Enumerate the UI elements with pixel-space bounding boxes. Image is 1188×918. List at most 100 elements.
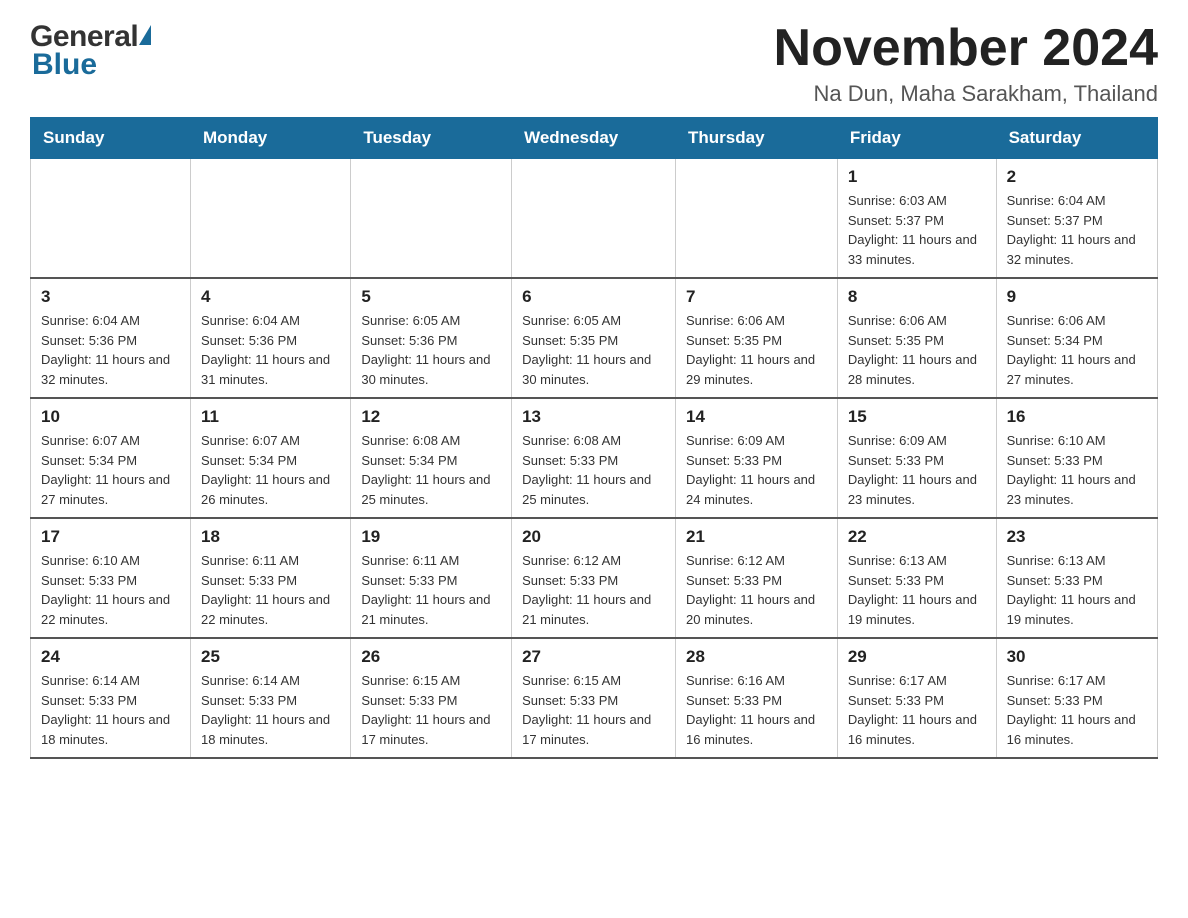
calendar-week-row: 24 Sunrise: 6:14 AMSunset: 5:33 PMDayligh…: [31, 638, 1158, 758]
day-number: 26: [361, 647, 501, 667]
calendar-week-row: 10 Sunrise: 6:07 AMSunset: 5:34 PMDayligh…: [31, 398, 1158, 518]
calendar-table: SundayMondayTuesdayWednesdayThursdayFrid…: [30, 117, 1158, 759]
day-number: 24: [41, 647, 180, 667]
day-info: Sunrise: 6:16 AMSunset: 5:33 PMDaylight:…: [686, 671, 827, 749]
day-number: 14: [686, 407, 827, 427]
day-number: 1: [848, 167, 986, 187]
weekday-header-monday: Monday: [191, 118, 351, 159]
day-info: Sunrise: 6:04 AMSunset: 5:36 PMDaylight:…: [201, 311, 340, 389]
day-info: Sunrise: 6:12 AMSunset: 5:33 PMDaylight:…: [522, 551, 665, 629]
day-number: 19: [361, 527, 501, 547]
weekday-header-saturday: Saturday: [996, 118, 1157, 159]
day-info: Sunrise: 6:08 AMSunset: 5:34 PMDaylight:…: [361, 431, 501, 509]
calendar-cell: 23Sunrise: 6:13 AMSunset: 5:33 PMDayligh…: [996, 518, 1157, 638]
day-info: Sunrise: 6:13 AMSunset: 5:33 PMDaylight:…: [848, 551, 986, 629]
day-number: 6: [522, 287, 665, 307]
day-number: 10: [41, 407, 180, 427]
day-info: Sunrise: 6:03 AMSunset: 5:37 PMDaylight:…: [848, 191, 986, 269]
calendar-cell: 10 Sunrise: 6:07 AMSunset: 5:34 PMDayligh…: [31, 398, 191, 518]
day-number: 29: [848, 647, 986, 667]
calendar-cell: [31, 159, 191, 279]
calendar-cell: 1 Sunrise: 6:03 AMSunset: 5:37 PMDaylight…: [837, 159, 996, 279]
calendar-cell: 3Sunrise: 6:04 AMSunset: 5:36 PMDaylight…: [31, 278, 191, 398]
day-info: Sunrise: 6:09 AMSunset: 5:33 PMDaylight:…: [686, 431, 827, 509]
day-info: Sunrise: 6:15 AMSunset: 5:33 PMDaylight:…: [522, 671, 665, 749]
calendar-subtitle: Na Dun, Maha Sarakham, Thailand: [774, 81, 1158, 107]
calendar-cell: 18 Sunrise: 6:11 AMSunset: 5:33 PMDayligh…: [191, 518, 351, 638]
calendar-cell: [512, 159, 676, 279]
weekday-header-thursday: Thursday: [676, 118, 838, 159]
day-number: 2: [1007, 167, 1147, 187]
day-number: 16: [1007, 407, 1147, 427]
calendar-cell: 7 Sunrise: 6:06 AMSunset: 5:35 PMDaylight…: [676, 278, 838, 398]
day-info: Sunrise: 6:05 AMSunset: 5:35 PMDaylight:…: [522, 311, 665, 389]
calendar-cell: 29 Sunrise: 6:17 AMSunset: 5:33 PMDayligh…: [837, 638, 996, 758]
day-number: 27: [522, 647, 665, 667]
title-section: November 2024 Na Dun, Maha Sarakham, Tha…: [774, 20, 1158, 107]
calendar-cell: 25 Sunrise: 6:14 AMSunset: 5:33 PMDayligh…: [191, 638, 351, 758]
calendar-cell: 5 Sunrise: 6:05 AMSunset: 5:36 PMDaylight…: [351, 278, 512, 398]
calendar-cell: 8 Sunrise: 6:06 AMSunset: 5:35 PMDaylight…: [837, 278, 996, 398]
calendar-week-row: 17Sunrise: 6:10 AMSunset: 5:33 PMDayligh…: [31, 518, 1158, 638]
calendar-cell: 19 Sunrise: 6:11 AMSunset: 5:33 PMDayligh…: [351, 518, 512, 638]
day-info: Sunrise: 6:06 AMSunset: 5:35 PMDaylight:…: [686, 311, 827, 389]
day-number: 20: [522, 527, 665, 547]
calendar-cell: 6 Sunrise: 6:05 AMSunset: 5:35 PMDaylight…: [512, 278, 676, 398]
logo: General Blue: [30, 20, 152, 82]
day-info: Sunrise: 6:11 AMSunset: 5:33 PMDaylight:…: [201, 551, 340, 629]
day-info: Sunrise: 6:12 AMSunset: 5:33 PMDaylight:…: [686, 551, 827, 629]
calendar-cell: 14 Sunrise: 6:09 AMSunset: 5:33 PMDayligh…: [676, 398, 838, 518]
calendar-week-row: 1 Sunrise: 6:03 AMSunset: 5:37 PMDaylight…: [31, 159, 1158, 279]
day-info: Sunrise: 6:13 AMSunset: 5:33 PMDaylight:…: [1007, 551, 1147, 629]
calendar-title: November 2024: [774, 20, 1158, 77]
weekday-header-friday: Friday: [837, 118, 996, 159]
day-info: Sunrise: 6:14 AMSunset: 5:33 PMDaylight:…: [201, 671, 340, 749]
day-number: 11: [201, 407, 340, 427]
day-number: 7: [686, 287, 827, 307]
day-number: 15: [848, 407, 986, 427]
day-info: Sunrise: 6:17 AMSunset: 5:33 PMDaylight:…: [848, 671, 986, 749]
day-info: Sunrise: 6:14 AMSunset: 5:33 PMDaylight:…: [41, 671, 180, 749]
day-info: Sunrise: 6:04 AMSunset: 5:37 PMDaylight:…: [1007, 191, 1147, 269]
calendar-cell: [191, 159, 351, 279]
day-number: 13: [522, 407, 665, 427]
day-number: 22: [848, 527, 986, 547]
day-number: 4: [201, 287, 340, 307]
calendar-cell: 27 Sunrise: 6:15 AMSunset: 5:33 PMDayligh…: [512, 638, 676, 758]
calendar-cell: [351, 159, 512, 279]
calendar-cell: 24 Sunrise: 6:14 AMSunset: 5:33 PMDayligh…: [31, 638, 191, 758]
logo-arrow-icon: [139, 25, 151, 45]
day-number: 28: [686, 647, 827, 667]
day-info: Sunrise: 6:17 AMSunset: 5:33 PMDaylight:…: [1007, 671, 1147, 749]
day-number: 21: [686, 527, 827, 547]
day-number: 5: [361, 287, 501, 307]
logo-blue-text: Blue: [30, 48, 97, 82]
day-info: Sunrise: 6:10 AMSunset: 5:33 PMDaylight:…: [41, 551, 180, 629]
day-info: Sunrise: 6:10 AMSunset: 5:33 PMDaylight:…: [1007, 431, 1147, 509]
day-info: Sunrise: 6:05 AMSunset: 5:36 PMDaylight:…: [361, 311, 501, 389]
weekday-header-sunday: Sunday: [31, 118, 191, 159]
weekday-header-wednesday: Wednesday: [512, 118, 676, 159]
day-info: Sunrise: 6:08 AMSunset: 5:33 PMDaylight:…: [522, 431, 665, 509]
calendar-cell: 11 Sunrise: 6:07 AMSunset: 5:34 PMDayligh…: [191, 398, 351, 518]
calendar-cell: 16 Sunrise: 6:10 AMSunset: 5:33 PMDayligh…: [996, 398, 1157, 518]
calendar-cell: 17Sunrise: 6:10 AMSunset: 5:33 PMDayligh…: [31, 518, 191, 638]
weekday-header-tuesday: Tuesday: [351, 118, 512, 159]
calendar-cell: 26Sunrise: 6:15 AMSunset: 5:33 PMDayligh…: [351, 638, 512, 758]
calendar-header-row: SundayMondayTuesdayWednesdayThursdayFrid…: [31, 118, 1158, 159]
calendar-cell: [676, 159, 838, 279]
day-info: Sunrise: 6:06 AMSunset: 5:34 PMDaylight:…: [1007, 311, 1147, 389]
day-info: Sunrise: 6:07 AMSunset: 5:34 PMDaylight:…: [41, 431, 180, 509]
calendar-cell: 20 Sunrise: 6:12 AMSunset: 5:33 PMDayligh…: [512, 518, 676, 638]
day-info: Sunrise: 6:11 AMSunset: 5:33 PMDaylight:…: [361, 551, 501, 629]
day-number: 8: [848, 287, 986, 307]
day-number: 18: [201, 527, 340, 547]
calendar-cell: 21 Sunrise: 6:12 AMSunset: 5:33 PMDayligh…: [676, 518, 838, 638]
day-info: Sunrise: 6:07 AMSunset: 5:34 PMDaylight:…: [201, 431, 340, 509]
calendar-cell: 12Sunrise: 6:08 AMSunset: 5:34 PMDayligh…: [351, 398, 512, 518]
calendar-cell: 4 Sunrise: 6:04 AMSunset: 5:36 PMDaylight…: [191, 278, 351, 398]
day-info: Sunrise: 6:06 AMSunset: 5:35 PMDaylight:…: [848, 311, 986, 389]
day-number: 3: [41, 287, 180, 307]
day-info: Sunrise: 6:09 AMSunset: 5:33 PMDaylight:…: [848, 431, 986, 509]
day-number: 25: [201, 647, 340, 667]
